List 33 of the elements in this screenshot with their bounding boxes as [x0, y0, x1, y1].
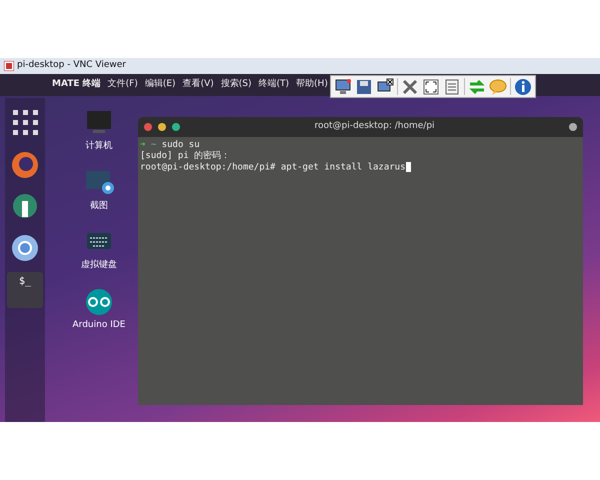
window-title: pi-desktop - VNC Viewer — [17, 59, 126, 72]
icon-label[interactable]: 截图 — [90, 200, 108, 213]
prompt-directory: ~ — [150, 140, 156, 150]
monitor-icon[interactable] — [334, 78, 352, 96]
icon-label[interactable]: 虚拟键盘 — [81, 259, 117, 272]
terminal-title: root@pi-desktop: /home/pi — [313, 120, 436, 134]
menu-item[interactable]: 查看(V) — [182, 78, 214, 92]
terminal-line: [sudo] pi 的密码： — [140, 151, 230, 161]
transfer-icon[interactable] — [468, 78, 486, 96]
arduino-icon[interactable] — [84, 286, 114, 314]
minimize-button[interactable] — [158, 123, 166, 131]
chat-icon[interactable] — [489, 78, 507, 96]
tools-icon[interactable] — [401, 78, 419, 96]
apps-grid-icon[interactable] — [10, 107, 40, 137]
menu-item[interactable]: 编辑(E) — [144, 78, 176, 92]
maximize-button[interactable] — [172, 123, 180, 131]
close-button[interactable] — [144, 123, 152, 131]
info-icon[interactable] — [514, 78, 532, 96]
app-logo-icon — [4, 61, 14, 71]
terminal-line: root@pi-desktop:/home/pi# apt-get install lazarus — [140, 162, 406, 172]
menu-item[interactable]: 文件(F) — [108, 78, 138, 92]
prompt-arrow: ➜ — [140, 140, 146, 150]
icon-label[interactable]: Arduino IDE — [72, 318, 126, 332]
app-menu[interactable]: MATE 终端 — [52, 78, 101, 92]
menu-item[interactable]: 帮助(H) — [296, 78, 328, 92]
menu-item[interactable]: 终端(T) — [258, 78, 290, 92]
menu-item[interactable]: 搜索(S) — [220, 78, 252, 92]
save-icon[interactable] — [355, 78, 373, 96]
window-menu-button[interactable] — [569, 123, 577, 131]
terminal-dock-item[interactable]: $_ — [7, 272, 43, 308]
fullscreen-icon[interactable] — [422, 78, 440, 96]
terminal-command: sudo su — [162, 140, 200, 150]
icon-label[interactable]: 计算机 — [86, 140, 112, 154]
